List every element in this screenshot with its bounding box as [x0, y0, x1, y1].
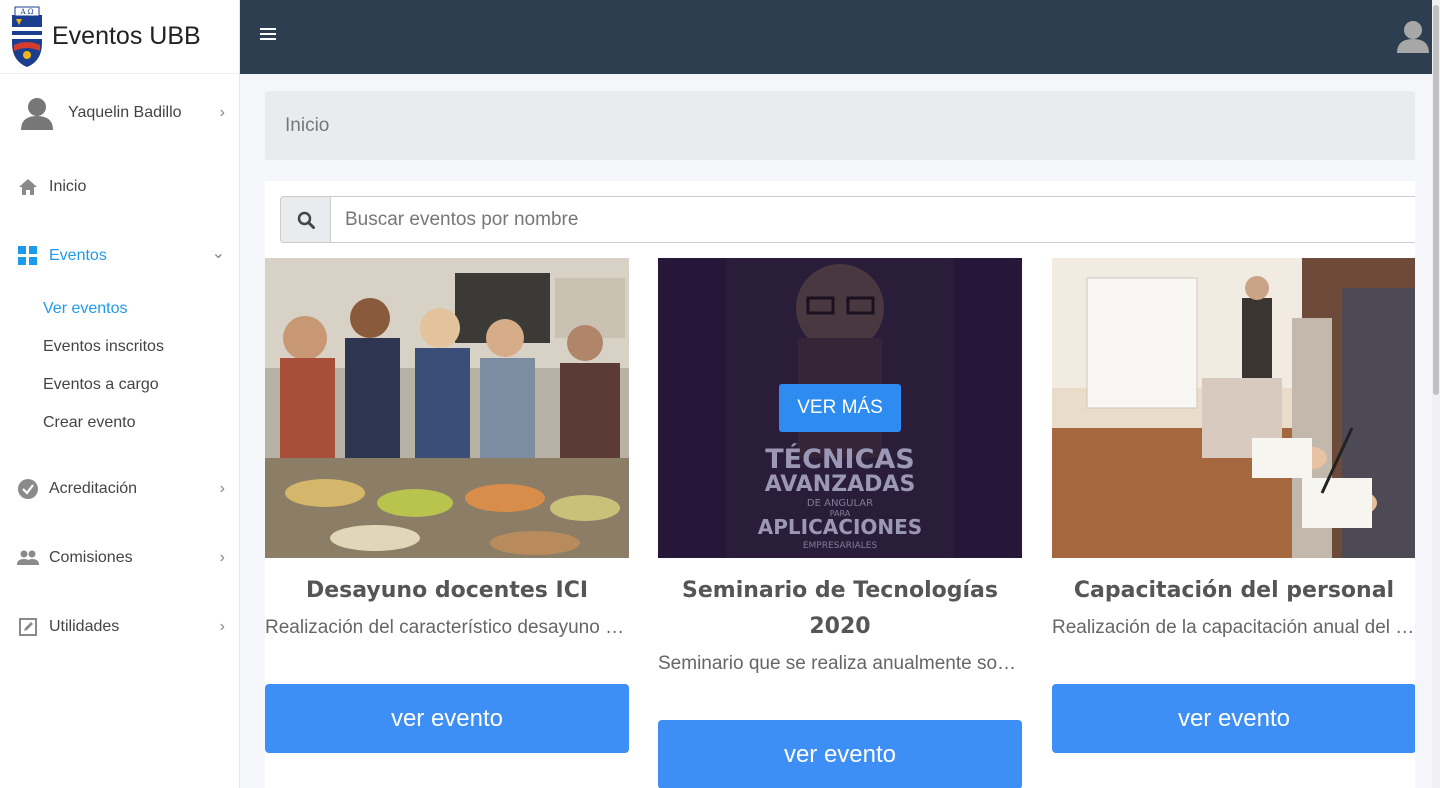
event-description: Realización de la capacitación anual del…	[1052, 617, 1415, 638]
event-card: TÉCNICAS AVANZADAS DE ANGULAR PARA APLIC…	[658, 258, 1022, 788]
user-name: Yaquelin Badillo	[68, 104, 182, 121]
user-account-icon[interactable]	[1396, 19, 1430, 53]
user-panel[interactable]: Yaquelin Badillo ›	[0, 74, 239, 152]
sidebar-item-label: Eventos	[49, 246, 107, 264]
hamburger-menu-icon[interactable]	[260, 28, 276, 42]
event-title: Desayuno docentes ICI	[305, 578, 589, 603]
sidebar-item-label: Acreditación	[49, 479, 138, 497]
page-scrollbar[interactable]	[1432, 0, 1440, 788]
brand[interactable]: A Ω Eventos UBB	[0, 0, 239, 74]
seminar-image-line-3: DE ANGULAR	[807, 498, 873, 509]
ver-mas-button[interactable]: VER MÁS	[779, 384, 901, 432]
event-card: Desayuno docentes ICI Realización del ca…	[265, 258, 629, 753]
seminar-image-line-6: EMPRESARIALES	[803, 541, 878, 551]
check-circle-icon	[17, 478, 39, 500]
sidebar-item-label: Comisiones	[49, 548, 133, 566]
chevron-right-icon: ›	[219, 104, 225, 121]
sidebar-item-label: Inicio	[49, 177, 87, 195]
breadcrumb-item-inicio[interactable]: Inicio	[285, 115, 329, 137]
scrollbar-thumb[interactable]	[1433, 5, 1439, 395]
ver-evento-button[interactable]: ver evento	[265, 684, 629, 753]
user-avatar-icon	[21, 98, 53, 130]
event-image-breakfast[interactable]	[265, 258, 629, 558]
breadcrumb: Inicio	[265, 91, 1415, 160]
submenu-item-ver-eventos[interactable]: Ver eventos	[43, 290, 239, 328]
seminar-image-line-2: AVANZADAS	[765, 472, 916, 497]
ver-evento-button[interactable]: ver evento	[658, 720, 1022, 788]
events-panel: Desayuno docentes ICI Realización del ca…	[265, 181, 1415, 788]
ver-evento-button[interactable]: ver evento	[1052, 684, 1415, 753]
brand-name: Eventos UBB	[52, 22, 201, 50]
seminar-image-line-5: APLICACIONES	[758, 515, 922, 539]
search-icon	[297, 211, 315, 229]
home-icon	[17, 176, 39, 198]
submenu-item-eventos-inscritos[interactable]: Eventos inscritos	[43, 328, 239, 366]
chevron-down-icon: ⌄	[211, 245, 225, 262]
sidebar-item-label: Utilidades	[49, 617, 120, 635]
edit-box-icon	[17, 616, 39, 638]
people-icon	[17, 547, 39, 569]
sidebar: A Ω Eventos UBB Yaquelin Badillo › Inici…	[0, 0, 240, 788]
sidebar-item-inicio[interactable]: Inicio	[0, 152, 239, 221]
university-shield-icon: A Ω	[12, 6, 42, 67]
event-title: Capacitación del personal	[1073, 578, 1395, 603]
eventos-submenu: Ver eventos Eventos inscritos Eventos a …	[0, 290, 239, 442]
sidebar-item-acreditacion[interactable]: Acreditación ›	[0, 454, 239, 523]
chevron-right-icon: ›	[219, 617, 225, 635]
sidebar-item-comisiones[interactable]: Comisiones ›	[0, 523, 239, 592]
event-description: Seminario que se realiza anualmente sobr…	[658, 653, 1022, 674]
submenu-item-eventos-a-cargo[interactable]: Eventos a cargo	[43, 366, 239, 404]
seminar-image-line-1: TÉCNICAS	[765, 443, 914, 475]
event-image-training[interactable]	[1052, 258, 1415, 558]
search-bar	[280, 196, 1415, 243]
event-description: Realización del característico desayuno …	[265, 617, 629, 638]
chevron-right-icon: ›	[219, 548, 225, 566]
search-button[interactable]	[280, 196, 331, 243]
event-title: Seminario de Tecnologías 2020	[682, 578, 998, 639]
svg-text:A Ω: A Ω	[19, 8, 33, 16]
grid-icon	[17, 245, 39, 267]
sidebar-item-utilidades[interactable]: Utilidades ›	[0, 592, 239, 661]
topbar	[240, 0, 1440, 74]
sidebar-item-eventos[interactable]: Eventos ⌄	[0, 221, 239, 290]
submenu-item-crear-evento[interactable]: Crear evento	[43, 404, 239, 442]
event-card: Capacitación del personal Realización de…	[1052, 258, 1415, 753]
event-image-seminar[interactable]: TÉCNICAS AVANZADAS DE ANGULAR PARA APLIC…	[658, 258, 1022, 558]
search-input[interactable]	[331, 196, 1415, 243]
chevron-right-icon: ›	[219, 479, 225, 497]
